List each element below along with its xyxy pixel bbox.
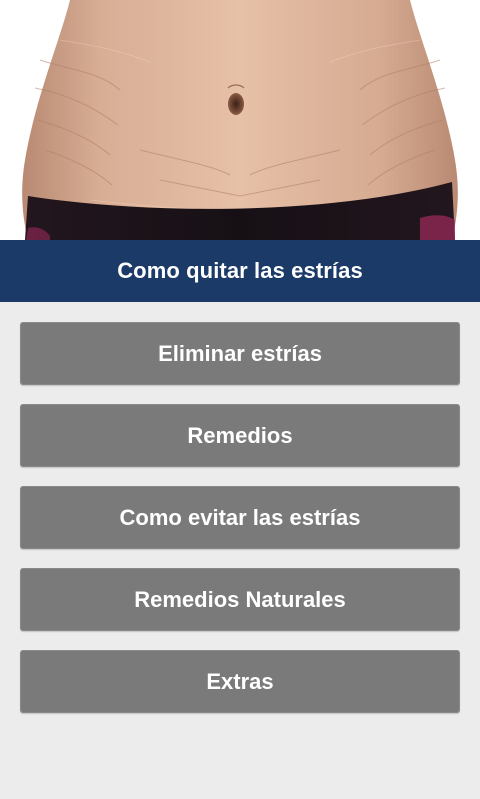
header-bar: Como quitar las estrías	[0, 240, 480, 302]
app-screen: Como quitar las estrías Eliminar estrías…	[0, 0, 480, 799]
menu-button-label: Como evitar las estrías	[119, 504, 361, 530]
abdomen-photo	[0, 0, 480, 240]
menu-button-eliminar-estrias[interactable]: Eliminar estrías	[20, 322, 460, 385]
menu-button-remedios-naturales[interactable]: Remedios Naturales	[20, 568, 460, 631]
menu-button-label: Extras	[206, 668, 274, 694]
page-title: Como quitar las estrías	[117, 258, 363, 283]
menu-button-extras[interactable]: Extras	[20, 650, 460, 713]
menu-button-label: Eliminar estrías	[158, 340, 322, 366]
menu-button-como-evitar[interactable]: Como evitar las estrías	[20, 486, 460, 549]
menu-button-remedios[interactable]: Remedios	[20, 404, 460, 467]
menu-button-label: Remedios Naturales	[134, 586, 346, 612]
hero-image	[0, 0, 480, 240]
main-menu: Eliminar estrías Remedios Como evitar la…	[20, 322, 460, 732]
menu-button-label: Remedios	[187, 422, 293, 448]
